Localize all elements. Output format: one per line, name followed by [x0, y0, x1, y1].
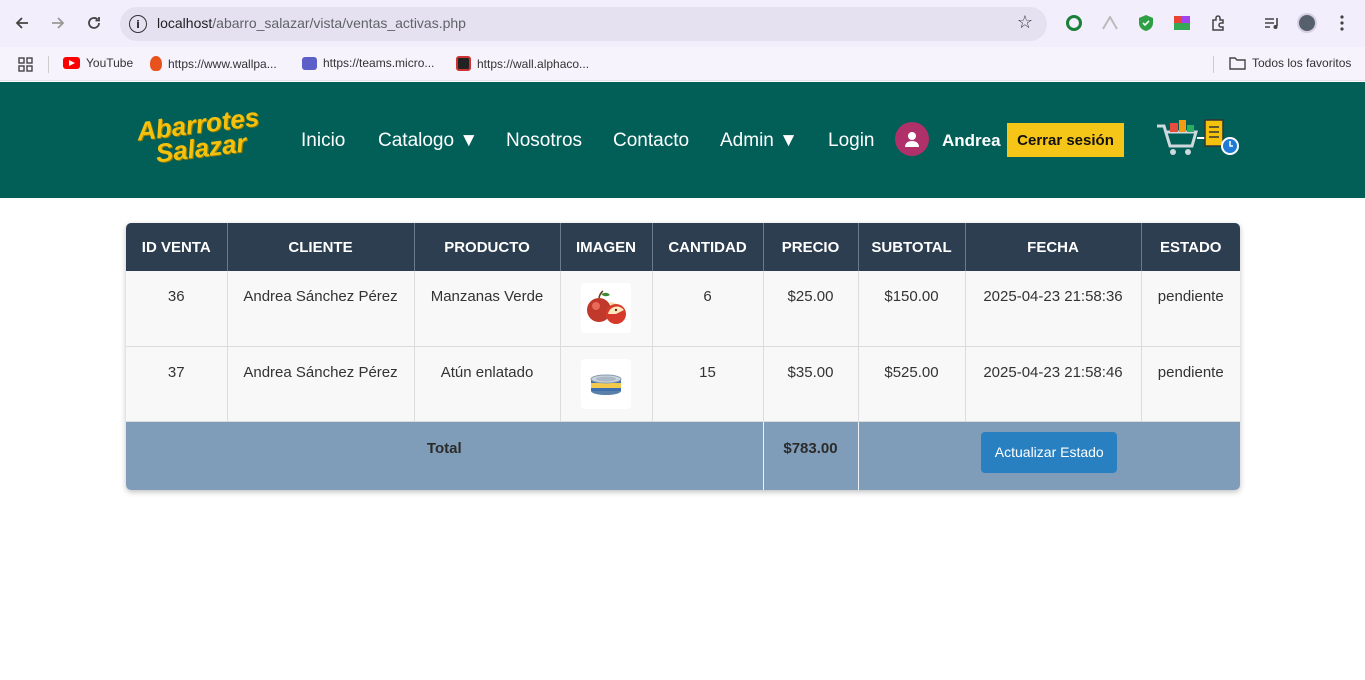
- bookmarks-bar: YouTube https://www.wallpa... https://te…: [0, 47, 1365, 81]
- bookmark-label: https://www.wallpa...: [168, 56, 277, 71]
- update-status-button[interactable]: Actualizar Estado: [981, 431, 1118, 473]
- bookmark-wallpaper[interactable]: https://www.wallpa...: [150, 56, 277, 71]
- bookmark-label: https://teams.micro...: [323, 56, 435, 70]
- extension-grey-icon[interactable]: [1100, 13, 1120, 33]
- table-row: 36 Andrea Sánchez Pérez Manzanas Verde 6…: [126, 271, 1240, 347]
- media-control-icon[interactable]: [1262, 13, 1282, 33]
- bookmark-youtube[interactable]: YouTube: [63, 56, 133, 70]
- cell-cantidad: 6: [652, 271, 764, 347]
- col-header-id: ID VENTA: [126, 223, 228, 271]
- cell-cantidad: 15: [652, 346, 764, 422]
- bookmark-alphacoders[interactable]: https://wall.alphaco...: [456, 56, 589, 71]
- col-header-cantidad: CANTIDAD: [652, 223, 764, 271]
- bookmark-teams[interactable]: https://teams.micro...: [302, 56, 434, 70]
- url-host: localhost: [157, 15, 213, 31]
- update-cell: Actualizar Estado: [858, 421, 1240, 490]
- cell-precio: $35.00: [763, 346, 859, 422]
- cell-imagen: [560, 346, 653, 422]
- col-header-precio: PRECIO: [763, 223, 859, 271]
- cell-producto: Atún enlatado: [414, 346, 561, 422]
- nav-contacto[interactable]: Contacto: [613, 130, 689, 152]
- nav-inicio[interactable]: Inicio: [301, 130, 345, 152]
- site-info-icon[interactable]: i: [129, 15, 147, 33]
- teams-icon: [302, 56, 317, 70]
- bookmark-label: https://wall.alphaco...: [477, 56, 590, 71]
- cell-imagen: [560, 271, 653, 347]
- nav-nosotros[interactable]: Nosotros: [506, 130, 582, 152]
- flame-icon: [150, 56, 162, 71]
- cell-estado: pendiente: [1141, 346, 1240, 422]
- user-avatar-icon[interactable]: [895, 122, 929, 156]
- forward-icon[interactable]: [47, 12, 69, 34]
- apple-image-icon: [581, 283, 631, 333]
- col-header-producto: PRODUCTO: [414, 223, 561, 271]
- alphacoders-icon: [456, 56, 471, 71]
- nav-admin[interactable]: Admin ▼: [720, 130, 798, 152]
- cell-fecha: 2025-04-23 21:58:36: [965, 271, 1142, 347]
- tuna-can-image-icon: [581, 358, 631, 409]
- cell-subtotal: $525.00: [858, 346, 966, 422]
- cell-producto: Manzanas Verde: [414, 271, 561, 347]
- shield-extension-icon[interactable]: [1136, 13, 1156, 33]
- menu-kebab-icon[interactable]: [1332, 13, 1352, 33]
- table-row: 37 Andrea Sánchez Pérez Atún enlatado 15…: [126, 346, 1240, 422]
- all-bookmarks-folder[interactable]: Todos los favoritos: [1229, 56, 1351, 70]
- table-header-row: ID VENTA CLIENTE PRODUCTO IMAGEN CANTIDA…: [126, 223, 1240, 271]
- apps-grid-icon[interactable]: [18, 57, 34, 73]
- reload-icon[interactable]: [83, 12, 105, 34]
- cell-precio: $25.00: [763, 271, 859, 347]
- cell-cliente: Andrea Sánchez Pérez: [227, 346, 415, 422]
- extension-green-icon[interactable]: [1064, 13, 1084, 33]
- profile-avatar-icon[interactable]: [1297, 13, 1317, 33]
- logout-button[interactable]: Cerrar sesión: [1007, 123, 1124, 157]
- col-header-fecha: FECHA: [965, 223, 1142, 271]
- site-header: Abarrotes Salazar Inicio Catalogo ▼ Noso…: [0, 82, 1365, 198]
- cell-subtotal: $150.00: [858, 271, 966, 347]
- cell-id: 37: [126, 346, 228, 422]
- youtube-icon: [63, 57, 80, 69]
- total-label: Total: [126, 421, 764, 490]
- nav-catalogo[interactable]: Catalogo ▼: [378, 130, 478, 152]
- col-header-estado: ESTADO: [1141, 223, 1240, 271]
- browser-toolbar: i localhost/abarro_salazar/vista/ventas_…: [0, 0, 1365, 47]
- back-icon[interactable]: [11, 12, 33, 34]
- folder-icon: [1229, 57, 1246, 70]
- total-value: $783.00: [763, 421, 859, 490]
- extension-color-icon[interactable]: [1172, 13, 1192, 33]
- bookmark-label: YouTube: [86, 56, 134, 70]
- col-header-imagen: IMAGEN: [560, 223, 653, 271]
- cell-cliente: Andrea Sánchez Pérez: [227, 271, 415, 347]
- total-row: Total $783.00 Actualizar Estado: [126, 421, 1240, 490]
- col-header-subtotal: SUBTOTAL: [858, 223, 966, 271]
- cell-estado: pendiente: [1141, 271, 1240, 347]
- nav-login[interactable]: Login: [828, 130, 875, 152]
- url-path: /abarro_salazar/vista/ventas_activas.php: [212, 15, 466, 31]
- cell-id: 36: [126, 271, 228, 347]
- store-logo[interactable]: Abarrotes Salazar: [135, 102, 264, 169]
- col-header-cliente: CLIENTE: [227, 223, 415, 271]
- sales-table: ID VENTA CLIENTE PRODUCTO IMAGEN CANTIDA…: [126, 223, 1240, 490]
- bookmark-star-icon[interactable]: ☆: [1017, 12, 1033, 33]
- url-text[interactable]: localhost/abarro_salazar/vista/ventas_ac…: [157, 15, 466, 31]
- username: Andrea: [942, 131, 1001, 150]
- cell-fecha: 2025-04-23 21:58:46: [965, 346, 1142, 422]
- cart-orders-icon[interactable]: [1155, 116, 1243, 162]
- address-bar[interactable]: i localhost/abarro_salazar/vista/ventas_…: [120, 7, 1047, 41]
- extensions-puzzle-icon[interactable]: [1208, 13, 1228, 33]
- all-bookmarks-label: Todos los favoritos: [1252, 56, 1352, 70]
